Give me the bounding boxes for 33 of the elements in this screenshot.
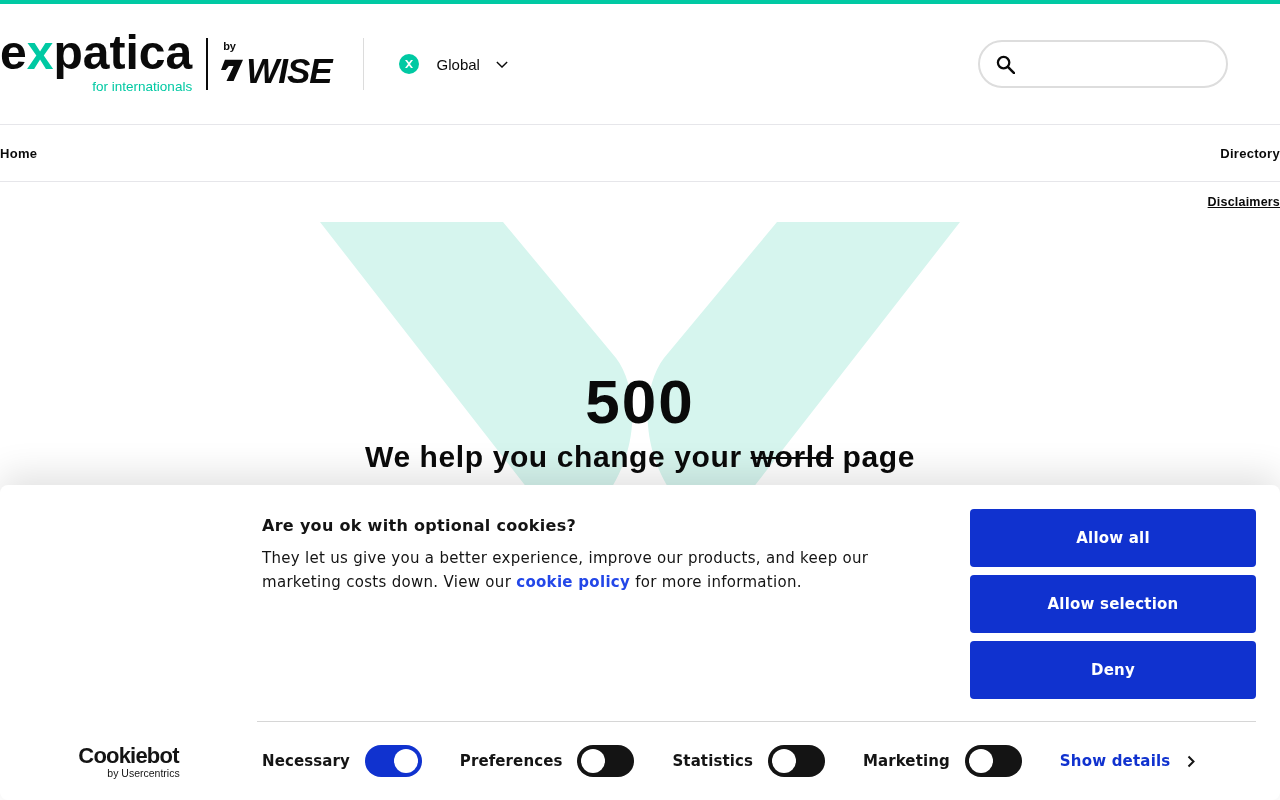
- banner-text: They let us give you a better experience, improve our products, and keep our marketing costs down. View our cookie policy for more information.: [262, 548, 870, 593]
- show-details-link[interactable]: Show details: [1059, 752, 1171, 770]
- consent-button[interactable]: Allow selection: [970, 575, 1256, 633]
- partner-wordmark: WISE: [246, 52, 332, 88]
- consent-button[interactable]: Deny: [970, 641, 1256, 699]
- flag-icon: [221, 59, 244, 81]
- consent-button[interactable]: Allow all: [970, 509, 1256, 567]
- search-icon: [996, 54, 1015, 74]
- category-label: Statistics: [672, 752, 753, 770]
- chevron-down-icon: [495, 60, 508, 68]
- logo-tagline: for internationals: [92, 80, 193, 94]
- partner-byline: by: [223, 40, 237, 52]
- search-field[interactable]: [978, 40, 1228, 88]
- error-message: We help you change your world page: [365, 439, 915, 475]
- category-label: Necessary: [262, 752, 350, 770]
- nav-link[interactable]: Directory: [1220, 145, 1280, 161]
- logo-wordmark[interactable]: expatica: [0, 26, 193, 81]
- category-label: Marketing: [862, 752, 950, 770]
- banner-title: Are you ok with optional cookies?: [262, 516, 578, 536]
- category-label: Preferences: [459, 752, 563, 770]
- brand-name: Cookiebot: [78, 744, 179, 767]
- toggle-switch[interactable]: [364, 745, 422, 777]
- brand-byline: by Usercentrics: [107, 767, 180, 779]
- disclaimers-link[interactable]: Disclaimers: [1207, 195, 1280, 209]
- error-code: 500: [585, 371, 695, 433]
- region-selector[interactable]: Global: [398, 54, 508, 74]
- nav-link[interactable]: Home: [0, 145, 38, 161]
- toggle-switch[interactable]: [577, 745, 635, 777]
- toggle-switch[interactable]: [964, 745, 1022, 777]
- chevron-right-icon: [1187, 754, 1196, 768]
- cookie-policy-link[interactable]: cookie policy: [516, 573, 631, 591]
- toggle-switch[interactable]: [767, 745, 825, 777]
- circle-x-icon: [398, 54, 419, 74]
